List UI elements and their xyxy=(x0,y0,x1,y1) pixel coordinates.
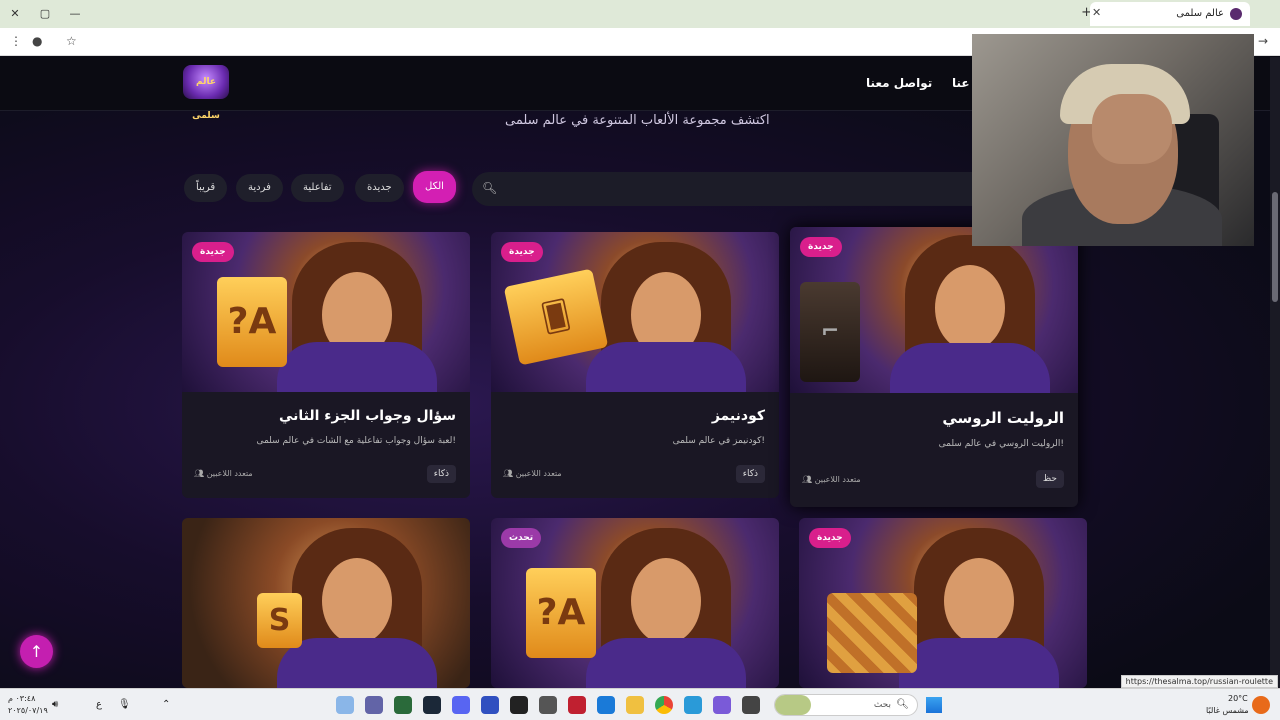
filter-new[interactable]: جديدة xyxy=(355,174,404,202)
search-highlight-image xyxy=(775,695,811,715)
copilot-icon[interactable] xyxy=(336,696,354,714)
weather-temp[interactable]: 20°C xyxy=(1228,694,1248,703)
users-icon: 👥︎ xyxy=(802,475,813,484)
windows-start-icon[interactable] xyxy=(926,697,942,713)
minimize-icon[interactable]: — xyxy=(66,5,84,23)
clock-time[interactable]: ٠٣:٤٨ م xyxy=(8,694,35,703)
chat-app-icon[interactable] xyxy=(713,696,731,714)
steam-icon[interactable] xyxy=(423,696,441,714)
status-badge: جديدة xyxy=(809,528,851,548)
windows-taskbar: ٠٣:٤٨ م ٢٠٢٥/٠٧/١٩ 🔊︎ ع 🎙︎ ⌃ بحث 🔍︎ 20°C… xyxy=(0,688,1280,720)
status-url: https://thesalma.top/russian-roulette xyxy=(1120,675,1278,688)
question-cube-icon: ?A xyxy=(526,568,596,658)
players-label: 👥︎ متعدد اللاعبين xyxy=(802,475,861,484)
search-icon: 🔍︎ xyxy=(896,699,909,710)
game-card-board[interactable]: جديدة xyxy=(799,518,1087,688)
headset-app-icon[interactable] xyxy=(481,696,499,714)
game-tag: ذكاء xyxy=(426,465,456,483)
question-cube-icon: ?A xyxy=(217,277,287,367)
terminal-icon[interactable] xyxy=(742,696,760,714)
keyboard-lang[interactable]: ع xyxy=(96,699,102,710)
game-card-russian-roulette[interactable]: ⌐ جديدة الروليت الروسي الروليت الروسي في… xyxy=(790,227,1078,507)
game-title[interactable]: سؤال وجواب الجزء الثاني xyxy=(279,408,456,424)
game-image: S xyxy=(182,518,470,688)
game-title[interactable]: كودنيمز xyxy=(712,408,765,424)
site-logo[interactable]: عالم سلمى xyxy=(183,65,229,121)
cube-app-icon[interactable] xyxy=(539,696,557,714)
microphone-tray-icon[interactable]: 🎙︎ xyxy=(118,699,131,710)
taskbar-search[interactable]: بحث 🔍︎ xyxy=(774,694,918,716)
clock-date[interactable]: ٢٠٢٥/٠٧/١٩ xyxy=(8,706,48,715)
tab-title: عالم سلمى xyxy=(1176,8,1224,19)
games-search-input[interactable]: 🔍︎ xyxy=(472,172,972,206)
page-scrollbar[interactable] xyxy=(1270,57,1280,688)
players-label: 👥︎ متعدد اللاعبين xyxy=(503,469,562,478)
nav-contact-link[interactable]: تواصل معنا xyxy=(866,76,932,90)
filter-soon[interactable]: قريباً xyxy=(184,174,228,202)
filter-single[interactable]: فردية xyxy=(236,174,283,202)
board-game-icon xyxy=(827,593,917,673)
webcam-overlay xyxy=(972,34,1254,246)
cards-icon: 🂠 xyxy=(503,268,609,366)
game-description: كودنيمز في عالم سلمى! xyxy=(672,436,765,446)
browser-tab-bar: ✕ ▢ — + عالم سلمى ✕ xyxy=(0,0,1280,28)
epic-games-icon[interactable] xyxy=(510,696,528,714)
volume-icon[interactable]: 🔊︎ xyxy=(52,699,58,710)
game-tag: حظ xyxy=(1035,470,1064,488)
store-icon[interactable] xyxy=(597,696,615,714)
site-favicon-icon xyxy=(1230,8,1242,20)
game-title[interactable]: الروليت الروسي xyxy=(942,409,1064,427)
game-description: لعبة سؤال وجواب تفاعلية مع الشات في عالم… xyxy=(256,436,456,446)
revolver-icon: ⌐ xyxy=(800,282,860,382)
filter-interactive[interactable]: تفاعلية xyxy=(291,174,344,202)
search-icon: 🔍︎ xyxy=(482,181,498,195)
status-badge: جديدة xyxy=(800,237,842,257)
weather-desc[interactable]: مشمس غالبًا xyxy=(1206,706,1249,715)
file-explorer-icon[interactable] xyxy=(626,696,644,714)
xbox-icon[interactable] xyxy=(394,696,412,714)
scroll-to-top-button[interactable]: ↑ xyxy=(20,635,53,668)
chrome-icon[interactable] xyxy=(655,696,673,714)
nav-about-link[interactable]: عنا xyxy=(952,76,970,90)
edge-icon[interactable] xyxy=(684,696,702,714)
game-card-codenames[interactable]: 🂠 جديدة كودنيمز كودنيمز في عالم سلمى! ذك… xyxy=(491,232,779,498)
bookmark-star-icon[interactable]: ☆ xyxy=(66,34,77,48)
game-tag: ذكاء xyxy=(735,465,765,483)
tray-expand-icon[interactable]: ⌃ xyxy=(162,699,170,710)
status-badge: جديدة xyxy=(192,242,234,262)
users-icon: 👥︎ xyxy=(194,469,205,478)
players-label: 👥︎ متعدد اللاعبين xyxy=(194,469,253,478)
game-card-qa-talk[interactable]: ?A تحدث xyxy=(491,518,779,688)
browser-tab[interactable]: عالم سلمى ✕ xyxy=(1090,2,1250,26)
status-badge: جديدة xyxy=(501,242,543,262)
teams-icon[interactable] xyxy=(365,696,383,714)
tab-close-icon[interactable]: ✕ xyxy=(1092,6,1101,19)
profile-icon[interactable]: ● xyxy=(32,34,42,48)
scrollbar-thumb[interactable] xyxy=(1272,192,1278,302)
obs-icon[interactable] xyxy=(568,696,586,714)
status-badge: تحدث xyxy=(501,528,542,548)
menu-dots-icon[interactable]: ⋮ xyxy=(10,34,22,48)
weather-sun-icon[interactable] xyxy=(1252,696,1270,714)
game-description: الروليت الروسي في عالم سلمى! xyxy=(938,439,1064,449)
close-window-icon[interactable]: ✕ xyxy=(6,5,24,23)
filter-all[interactable]: الكل xyxy=(413,171,456,203)
game-card-qa2[interactable]: ?A جديدة سؤال وجواب الجزء الثاني لعبة سؤ… xyxy=(182,232,470,498)
forward-arrow-icon[interactable]: → xyxy=(1258,34,1268,48)
users-icon: 👥︎ xyxy=(503,469,514,478)
game-card-spotlight[interactable]: S xyxy=(182,518,470,688)
letter-s-sign-icon: S xyxy=(257,593,302,648)
discord-icon[interactable] xyxy=(452,696,470,714)
maximize-icon[interactable]: ▢ xyxy=(36,5,54,23)
